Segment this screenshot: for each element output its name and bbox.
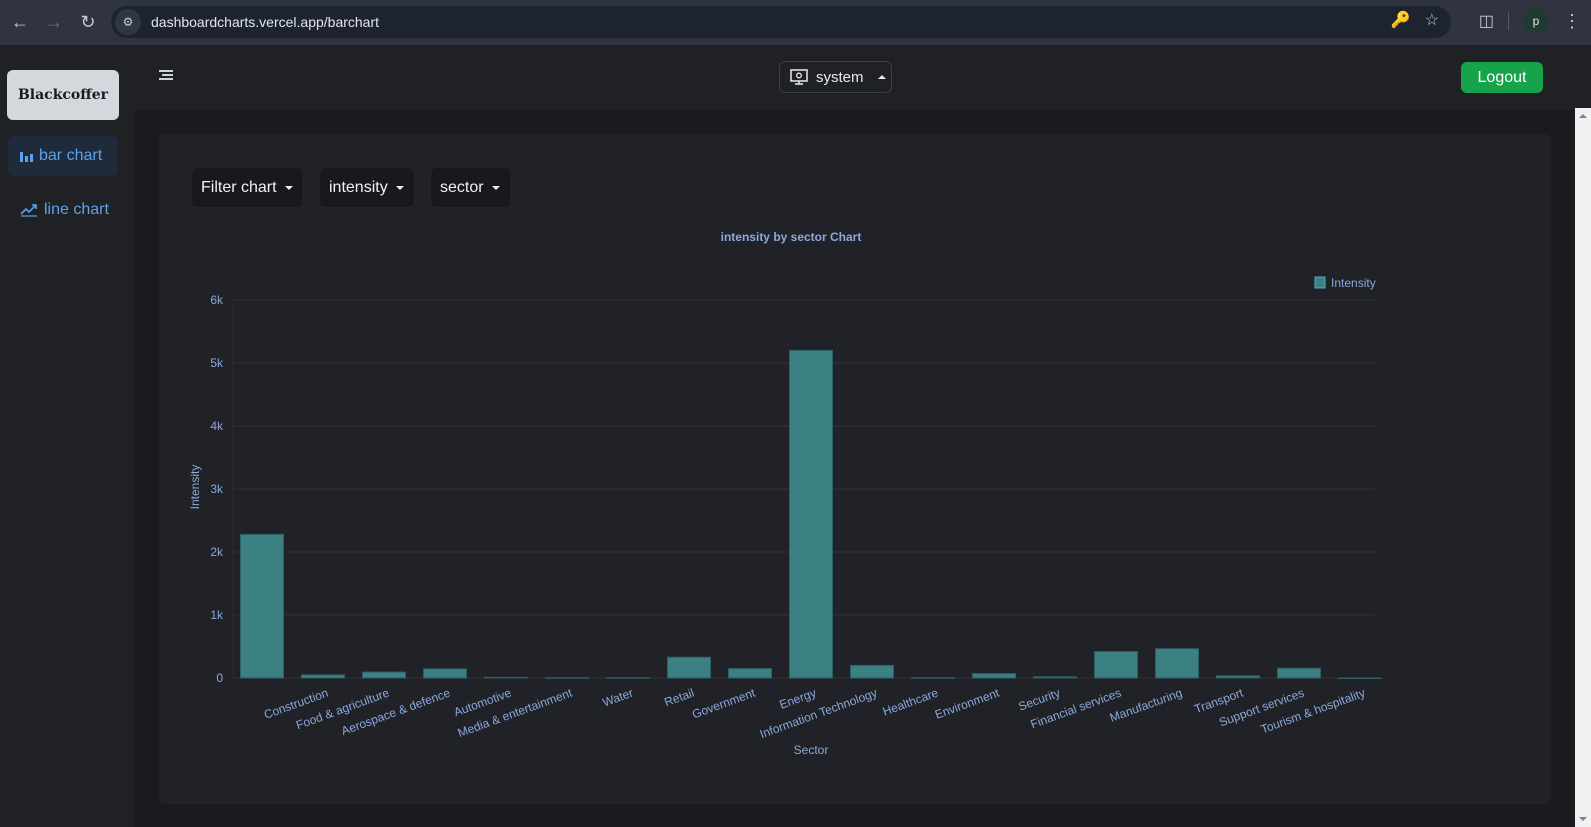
x-tick-label: Environment xyxy=(933,685,1002,721)
y-tick-label: 0 xyxy=(216,671,223,685)
y-tick-label: 2k xyxy=(210,545,224,559)
x-tick-label: Information Technology xyxy=(758,686,879,742)
toolbar-separator xyxy=(1508,12,1509,30)
bar[interactable] xyxy=(1094,651,1138,679)
bar[interactable] xyxy=(667,656,711,679)
bars xyxy=(240,349,1382,679)
y-tick-label: 5k xyxy=(210,356,224,370)
bar[interactable] xyxy=(789,349,833,679)
legend[interactable]: Intensity xyxy=(1314,276,1376,290)
bar-chart-icon xyxy=(20,151,33,162)
main-content: Filter chart intensity sector intensity … xyxy=(135,110,1575,827)
y-tick-label: 6k xyxy=(210,293,224,307)
bar[interactable] xyxy=(240,533,284,679)
legend-swatch xyxy=(1314,276,1326,289)
sidebar: Blackcoffer bar chart line chart xyxy=(0,45,135,827)
bar[interactable] xyxy=(423,668,467,679)
x-axis-label: Sector xyxy=(794,743,829,757)
bar[interactable] xyxy=(1155,648,1199,679)
back-button[interactable]: ← xyxy=(6,9,34,37)
menu-toggle-icon[interactable] xyxy=(159,70,173,82)
bar[interactable] xyxy=(1216,675,1260,679)
browser-toolbar: ← → ↻ ⚙ dashboardcharts.vercel.app/barch… xyxy=(0,0,1591,45)
monitor-gear-icon xyxy=(790,69,808,85)
page-scrollbar[interactable] xyxy=(1575,108,1591,827)
scroll-up-arrow-icon[interactable] xyxy=(1579,114,1587,118)
forward-button[interactable]: → xyxy=(40,9,68,37)
menu-kebab-icon[interactable]: ⋮ xyxy=(1563,11,1581,32)
theme-select-value: system xyxy=(816,68,864,86)
theme-select[interactable]: system xyxy=(779,61,892,93)
y-tick-label: 4k xyxy=(210,419,224,433)
reload-button[interactable]: ↻ xyxy=(74,9,102,37)
extensions-icon[interactable]: ◫ xyxy=(1479,11,1494,31)
bar[interactable] xyxy=(1033,676,1077,679)
chart-card: Filter chart intensity sector intensity … xyxy=(159,134,1551,804)
x-axis-ticks: ConstructionFood & agricultureAerospace … xyxy=(262,685,1367,741)
y-axis-ticks: 0 1k 2k 3k 4k 5k 6k xyxy=(210,293,224,685)
address-bar[interactable]: ⚙ dashboardcharts.vercel.app/barchart 🔑 … xyxy=(111,6,1451,38)
x-tick-label: Aerospace & defence xyxy=(339,686,452,739)
x-tick-label: Retail xyxy=(662,686,696,710)
sidebar-item-bar-chart[interactable]: bar chart xyxy=(8,136,118,176)
legend-label[interactable]: Intensity xyxy=(1331,276,1376,290)
site-info-icon[interactable]: ⚙ xyxy=(115,9,141,35)
bar[interactable] xyxy=(484,676,528,679)
bar[interactable] xyxy=(301,674,345,679)
y-tick-label: 1k xyxy=(210,608,224,622)
chart-title: intensity by sector Chart xyxy=(721,230,862,244)
bar[interactable] xyxy=(1277,667,1321,679)
caret-up-icon xyxy=(877,75,886,79)
bar[interactable] xyxy=(1338,677,1382,679)
scroll-down-arrow-icon[interactable] xyxy=(1579,817,1587,821)
url-text[interactable]: dashboardcharts.vercel.app/barchart xyxy=(151,14,379,30)
sidebar-item-label: bar chart xyxy=(39,147,103,164)
bar[interactable] xyxy=(911,677,955,679)
x-tick-label: Healthcare xyxy=(881,686,941,719)
bar[interactable] xyxy=(606,677,650,679)
logout-button[interactable]: Logout xyxy=(1461,62,1543,93)
app-header: system Logout xyxy=(135,45,1575,110)
y-tick-label: 3k xyxy=(210,482,224,496)
y-axis-label: Intensity xyxy=(188,465,202,510)
x-tick-label: Government xyxy=(690,685,757,721)
bar[interactable] xyxy=(972,673,1016,679)
bar[interactable] xyxy=(850,664,894,679)
bar-chart: intensity by sector Chart 01k2k3k4k5k6k … xyxy=(188,230,1382,757)
x-tick-label: Water xyxy=(601,686,635,710)
bar[interactable] xyxy=(545,677,589,679)
x-tick-label: Tourism & hospitality xyxy=(1259,686,1367,737)
sidebar-item-label: line chart xyxy=(44,201,109,218)
profile-avatar[interactable]: p xyxy=(1523,8,1549,34)
password-key-icon[interactable]: 🔑 xyxy=(1391,10,1411,30)
line-chart-icon xyxy=(20,204,37,217)
bookmark-star-icon[interactable]: ☆ xyxy=(1425,10,1439,30)
logo[interactable]: Blackcoffer xyxy=(7,70,119,120)
bar[interactable] xyxy=(362,671,406,679)
sidebar-item-line-chart[interactable]: line chart xyxy=(8,190,118,230)
bar[interactable] xyxy=(728,668,772,679)
